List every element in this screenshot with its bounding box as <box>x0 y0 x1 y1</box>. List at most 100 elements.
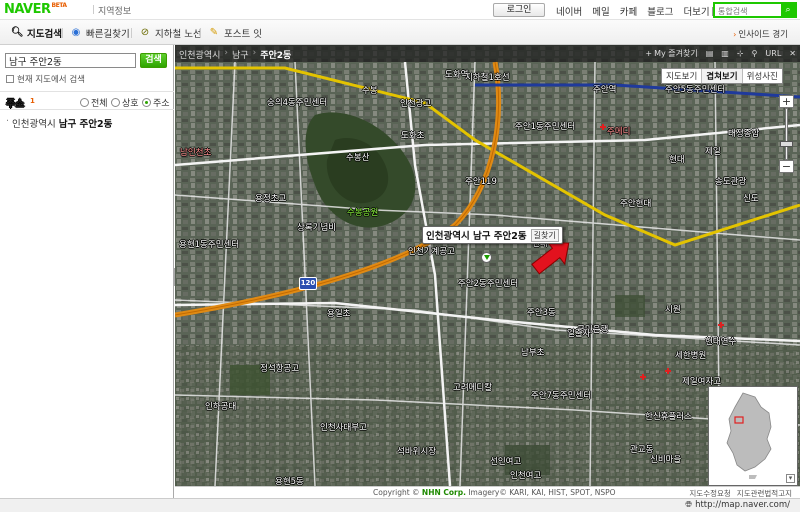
map-search-input[interactable] <box>6 54 135 67</box>
search-icon: 🔍︎ <box>11 27 24 38</box>
map-tools: + My 즐겨찾기 ▤ ▥ ⊹ ⚲ URL ✕ <box>645 48 796 59</box>
tab-label: 지하철 노선 <box>155 29 202 40</box>
zoom-out-button[interactable]: − <box>779 160 794 173</box>
result-item[interactable]: · 인천광역시 남구 주안2동 <box>6 116 112 130</box>
tab-label: 빠른길찾기 <box>86 29 130 40</box>
map-label: 주안역 <box>593 85 617 95</box>
zoom-slider-handle[interactable] <box>780 141 793 147</box>
map-search-box <box>5 53 136 68</box>
map-label: 제일 <box>705 147 721 157</box>
radio-label: 전체 <box>91 99 108 109</box>
region-info-link[interactable]: 지역정보 <box>92 4 131 17</box>
save-icon[interactable]: ▥ <box>721 49 729 58</box>
zoom-in-button[interactable]: + <box>779 95 794 108</box>
map-label: 주안2동주민센터 <box>458 279 519 289</box>
radio[interactable] <box>80 98 89 107</box>
map-label: 인천여고 <box>510 471 542 481</box>
breadcrumb-dong[interactable]: 주안2동 <box>260 48 291 61</box>
search-button[interactable]: 검색 <box>140 53 167 68</box>
view-hybrid-button[interactable]: 겹쳐보기 <box>702 69 743 83</box>
service-nav: 네이버 메일 카페 블로그 더보기▼ <box>556 4 721 18</box>
map-label: 일출자 <box>567 329 591 339</box>
tab-subway-line[interactable]: ⊘ 지하철 노선 <box>139 26 202 40</box>
checkbox-label: 현재 지도에서 검색 <box>17 75 85 85</box>
top-header: NAVER지도BETA 지역정보 로그인 네이버 메일 카페 블로그 더보기▼ … <box>0 0 800 488</box>
browser-status-bar: 🌐︎ http://map.naver.com/ <box>0 498 800 512</box>
map-label: 주안현대 <box>620 199 652 209</box>
radio-selected[interactable] <box>142 98 151 107</box>
minimap-toggle-button[interactable]: ▾ <box>786 474 795 483</box>
tab-divider <box>200 28 201 38</box>
print-icon[interactable]: ▤ <box>706 49 714 58</box>
filter-all[interactable]: 전체 <box>80 96 108 109</box>
note-icon: ✎ <box>209 27 219 38</box>
filter-address[interactable]: 주소 <box>142 96 170 109</box>
map-label: 고려메디칼 <box>453 383 493 393</box>
map-label: 도화초 <box>401 131 425 141</box>
map-canvas[interactable]: 인천광역시 › 남구 › 주안2동 + My 즐겨찾기 ▤ ▥ ⊹ ⚲ URL ✕… <box>175 45 800 486</box>
map-label: 용현1동주민센터 <box>179 240 240 250</box>
nav-mail[interactable]: 메일 <box>592 4 609 18</box>
map-label: 수봉 <box>362 86 378 96</box>
radio-label: 주소 <box>153 99 170 109</box>
nav-cafe[interactable]: 카페 <box>620 4 637 18</box>
search-panel: 검색 현재 지도에서 검색 주소 1 전체 상호 주소 · 인천광역시 남구 주… <box>0 45 174 512</box>
directions-button[interactable]: 길찾기 <box>530 228 559 242</box>
measure-icon[interactable]: ⊹ <box>737 49 744 58</box>
url-button[interactable]: URL <box>765 49 781 58</box>
nav-naver[interactable]: 네이버 <box>556 4 582 18</box>
breadcrumb-district[interactable]: 남구 <box>232 48 249 61</box>
close-icon[interactable]: ✕ <box>789 49 796 58</box>
breadcrumb-city[interactable]: 인천광역시 <box>179 48 220 61</box>
inside-view-link[interactable]: › 인사이드 경기 <box>733 28 788 40</box>
tab-map-search[interactable]: 🔍︎ 지도검색 <box>11 26 62 40</box>
filter-business[interactable]: 상호 <box>111 96 139 109</box>
satellite-imagery <box>175 45 800 486</box>
map-label: 용정초교 <box>255 194 287 204</box>
favorites-label: My 즐겨찾기 <box>654 49 698 58</box>
tab-post-it[interactable]: ✎ 포스트 잇 <box>208 26 262 40</box>
zoom-slider-track[interactable] <box>785 108 788 160</box>
view-map-button[interactable]: 지도보기 <box>662 69 703 83</box>
login-button[interactable]: 로그인 <box>493 3 545 17</box>
naver-logo[interactable]: NAVER지도BETA <box>4 2 800 488</box>
result-prefix: 인천광역시 <box>12 119 56 130</box>
location-name: 인천광역시 남구 주안2동 <box>426 231 527 242</box>
view-satellite-button[interactable]: 위성사진 <box>743 69 782 83</box>
map-label: 인하공대 <box>205 402 237 412</box>
map-label: 신비마을 <box>650 455 682 465</box>
map-label: 주안1동주민센터 <box>515 122 576 132</box>
inside-view-label: 인사이드 경기 <box>738 30 788 40</box>
result-count: 1 <box>30 97 35 105</box>
tab-label: 포스트 잇 <box>224 29 262 40</box>
tab-quick-route[interactable]: ◉ 빠른길찾기 <box>70 26 130 40</box>
plus-icon: + <box>645 49 653 58</box>
status-url: 🌐︎ http://map.naver.com/ <box>685 500 790 510</box>
nav-more-label: 더보기 <box>683 7 710 18</box>
current-map-only-option[interactable]: 현재 지도에서 검색 <box>6 73 85 85</box>
map-label: 지하철1호선 <box>465 73 510 83</box>
search-icon[interactable]: ⌕ <box>781 4 795 16</box>
checkbox[interactable] <box>6 75 14 83</box>
breadcrumb-separator: › <box>252 48 257 58</box>
logo-text: NAVER <box>4 2 51 17</box>
tab-label: 지도검색 <box>27 29 62 40</box>
map-label: 주안119 <box>465 177 497 187</box>
map-toolbar: 인천광역시 › 남구 › 주안2동 + My 즐겨찾기 ▤ ▥ ⊹ ⚲ URL ✕ <box>175 45 800 62</box>
copyright-label: Copyright © <box>373 488 420 497</box>
favorites-button[interactable]: + My 즐겨찾기 <box>645 48 697 59</box>
location-pin-icon[interactable] <box>481 252 492 263</box>
map-label: 용현5동 <box>275 477 304 486</box>
nav-blog[interactable]: 블로그 <box>647 4 673 18</box>
map-label: 숭의4동주민센터 <box>267 98 328 108</box>
tab-divider <box>131 28 132 38</box>
overview-minimap[interactable]: ▾ <box>708 386 798 486</box>
map-view-toggle: 지도보기 겹쳐보기 위성사진 <box>661 68 783 84</box>
map-label: 상록기념비 <box>297 223 337 233</box>
integrated-search-input[interactable] <box>715 5 777 18</box>
map-label: 인천사대부고 <box>320 423 367 433</box>
radio[interactable] <box>111 98 120 107</box>
map-label: 남인천초 <box>180 148 212 158</box>
radio-label: 상호 <box>122 99 139 109</box>
search-icon[interactable]: ⚲ <box>752 49 758 58</box>
